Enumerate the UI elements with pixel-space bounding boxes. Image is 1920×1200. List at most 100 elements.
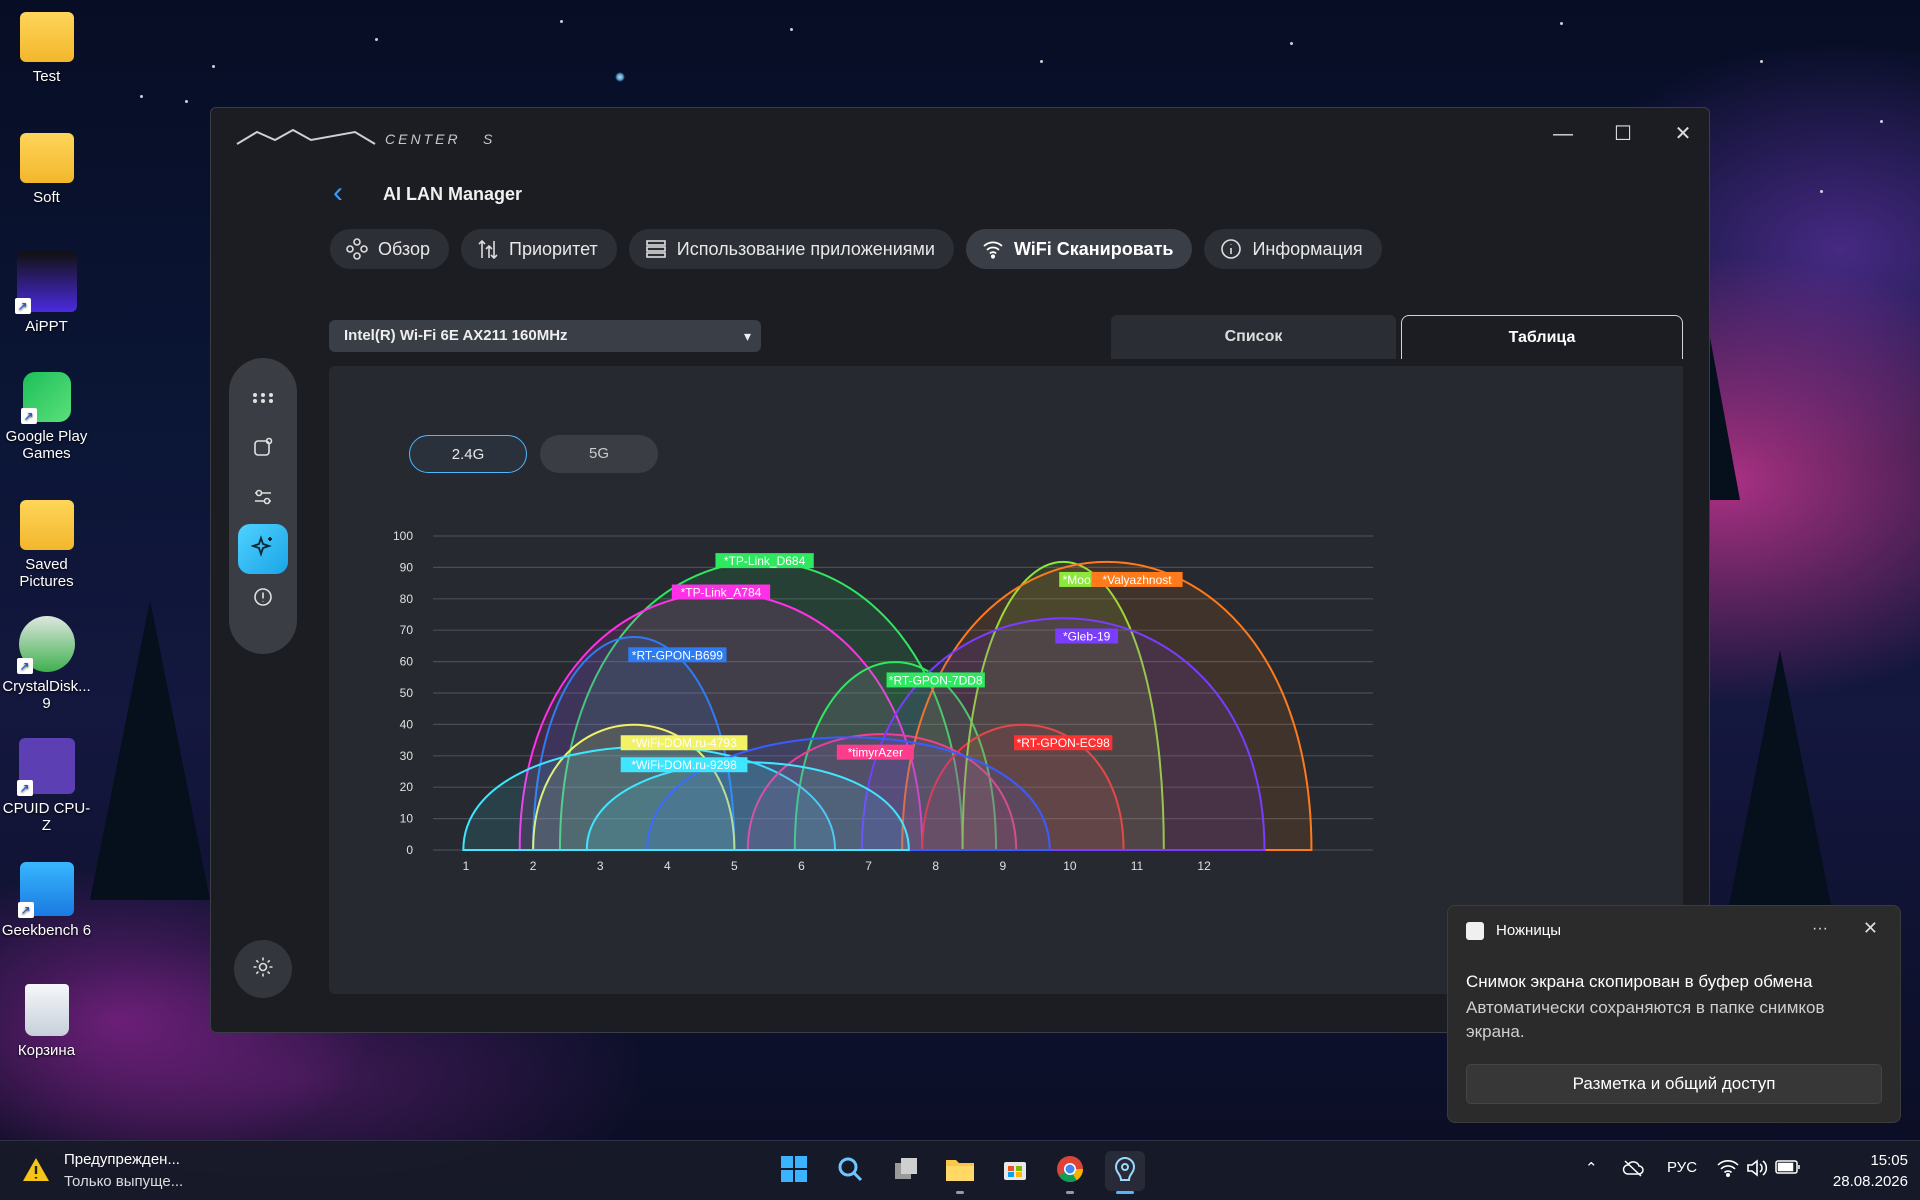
search-icon — [836, 1155, 864, 1188]
wifi-chart-panel: 2.4G 5G 0 10 20 30 40 50 60 70 80 90 100 1 2 3 4 5 6 7 8 9 1… — [329, 366, 1683, 994]
minimize-button[interactable]: — — [1538, 114, 1588, 154]
recycle-bin-icon — [24, 984, 69, 1036]
battery-icon[interactable] — [1775, 1159, 1801, 1179]
x-tick-label: 1 — [463, 859, 470, 873]
tab-priority[interactable]: Приоритет — [461, 229, 617, 269]
rail-button-alerts[interactable] — [238, 574, 288, 624]
apps-usage-icon — [645, 238, 667, 260]
tab-wifi-scan[interactable]: WiFi Сканировать — [965, 229, 1193, 269]
desktop-icon-aippt[interactable]: ↗ AiPPT — [0, 252, 93, 335]
page-title: AI LAN Manager — [383, 184, 523, 204]
wifi-channel-chart: 01020304050607080901001 2 3 4 5 6 7 8 9 10 11 12*TP… — [393, 529, 1373, 873]
desktop-icon-label: Geekbench 6 — [1, 922, 92, 939]
folder-icon — [19, 133, 74, 183]
notification-title: Снимок экрана скопирован в буфер обмена — [1466, 972, 1813, 991]
alert-icon — [252, 586, 274, 613]
msi-center-s-logo: CENTER S — [236, 128, 493, 147]
x-tick-label: 11 — [1131, 859, 1144, 873]
desktop-icon-geekbench[interactable]: ↗ Geekbench 6 — [0, 862, 93, 939]
network-label: *timyrAzer — [848, 746, 903, 760]
network-label: *TP-Link_D684 — [724, 554, 806, 568]
tab-apps-usage[interactable]: Использование приложениями — [628, 229, 954, 269]
network-label: *WiFi-DOM.ru-4793 — [631, 736, 737, 750]
desktop-icon-crystaldisk[interactable]: ↗ CrystalDisk... 9 — [0, 616, 93, 712]
close-button[interactable]: ✕ — [1658, 114, 1708, 154]
volume-icon[interactable] — [1746, 1159, 1768, 1181]
y-tick-label: 10 — [400, 812, 414, 826]
chevron-down-icon: ▾ — [743, 328, 751, 344]
y-tick-label: 50 — [400, 686, 414, 700]
x-tick-label: 7 — [865, 859, 872, 873]
network-label: *RT-GPON-B699 — [632, 648, 723, 662]
desktop-icon-soft[interactable]: Soft — [0, 133, 93, 206]
system-clock[interactable]: 15:05 28.08.2026 — [1833, 1150, 1908, 1192]
settings-button[interactable] — [234, 940, 292, 998]
notification-close-button[interactable]: ✕ — [1863, 918, 1878, 939]
running-indicator — [956, 1191, 964, 1194]
file-explorer-icon — [945, 1156, 975, 1187]
msi-center-button[interactable] — [1105, 1151, 1145, 1194]
warning-icon[interactable] — [22, 1156, 50, 1184]
apps-grid-icon — [252, 390, 274, 408]
maximize-button[interactable]: ☐ — [1598, 114, 1648, 154]
wifi-status-icon[interactable] — [1717, 1159, 1739, 1181]
desktop-icon-google-play-games[interactable]: ↗ Google Play Games — [0, 372, 93, 462]
desktop-icon-label: CrystalDisk... 9 — [2, 678, 91, 712]
task-view-icon — [892, 1155, 920, 1188]
crystaldisk-icon: ↗ — [16, 616, 75, 674]
chevron-up-icon: ⌃ — [1585, 1160, 1598, 1177]
rail-button-sliders[interactable] — [238, 474, 288, 524]
geekbench-icon: ↗ — [17, 862, 74, 918]
view-tab-list[interactable]: Список — [1111, 315, 1396, 359]
markup-and-share-button[interactable]: Разметка и общий доступ — [1466, 1064, 1882, 1104]
snipping-notification: Ножницы ··· ✕ Снимок экрана скопирован в… — [1447, 905, 1901, 1123]
y-tick-label: 40 — [400, 717, 414, 731]
desktop-icon-label: Soft — [33, 189, 60, 206]
snipping-tool-icon — [1466, 922, 1484, 940]
y-tick-label: 90 — [400, 560, 414, 574]
tab-overview[interactable]: Обзор — [330, 229, 449, 269]
x-tick-label: 8 — [932, 859, 939, 873]
back-button[interactable]: ‹ — [333, 178, 343, 208]
start-button[interactable] — [774, 1151, 814, 1191]
search-button[interactable] — [830, 1151, 870, 1191]
x-tick-label: 2 — [530, 859, 537, 873]
rail-button-ai[interactable] — [238, 524, 288, 574]
file-explorer-button[interactable] — [940, 1151, 980, 1194]
network-label: *RT-GPON-EC98 — [1017, 736, 1110, 750]
cpuz-icon: ↗ — [16, 738, 75, 796]
folder-icon — [19, 500, 74, 550]
sliders-icon — [252, 486, 274, 513]
desktop-icon-cpuz[interactable]: ↗ CPUID CPU-Z — [0, 738, 93, 834]
warning-title[interactable]: Предупрежден... — [64, 1151, 180, 1168]
show-hidden-icons[interactable]: ⌃ — [1585, 1159, 1598, 1177]
google-play-games-icon: ↗ — [20, 372, 71, 424]
desktop-icon-recycle-bin[interactable]: Корзина — [0, 984, 93, 1059]
maximize-icon: ☐ — [1614, 123, 1632, 145]
desktop-icon-saved-pictures[interactable]: Saved Pictures — [0, 500, 93, 590]
view-tab-table[interactable]: Таблица — [1401, 315, 1683, 359]
priority-icon — [477, 238, 499, 260]
language-indicator[interactable]: РУС — [1667, 1159, 1697, 1176]
desktop-icon-test[interactable]: Test — [0, 12, 93, 85]
y-tick-label: 0 — [406, 843, 413, 857]
wifi-icon — [982, 238, 1004, 260]
windows-start-icon — [780, 1155, 808, 1188]
network-label: *RT-GPON-7DD8 — [889, 673, 983, 687]
rail-button-device[interactable] — [238, 424, 288, 474]
desktop-icon-label: Saved Pictures — [19, 556, 74, 590]
chrome-button[interactable] — [1050, 1151, 1090, 1194]
network-label: *WiFi-DOM.ru-9298 — [631, 758, 737, 772]
task-view-button[interactable] — [886, 1151, 926, 1191]
svg-text:S: S — [483, 131, 493, 147]
notification-more-button[interactable]: ··· — [1812, 920, 1828, 938]
msi-center-window: CENTER S — ☐ ✕ ‹ AI LAN Manager Обзор Пр… — [210, 107, 1710, 1033]
y-tick-label: 60 — [400, 655, 414, 669]
x-tick-label: 4 — [664, 859, 671, 873]
store-button[interactable] — [995, 1151, 1035, 1191]
tab-info[interactable]: Информация — [1204, 229, 1382, 269]
cloud-offline-icon[interactable] — [1622, 1159, 1644, 1181]
adapter-select[interactable]: Intel(R) Wi-Fi 6E AX211 160MHz ▾ — [329, 320, 761, 352]
store-icon — [1002, 1156, 1028, 1187]
rail-button-apps[interactable] — [238, 374, 288, 424]
